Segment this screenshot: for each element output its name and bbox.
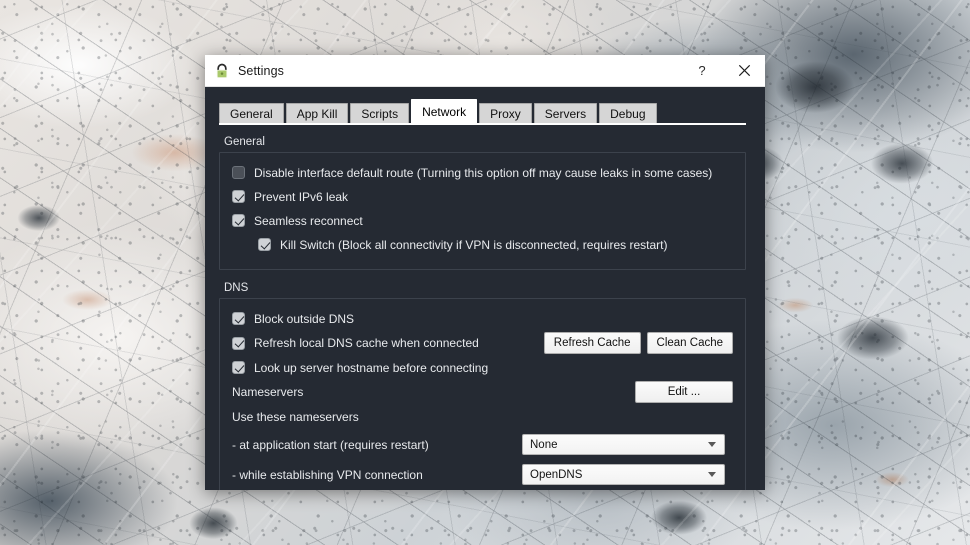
- clean-cache-button[interactable]: Clean Cache: [646, 332, 733, 354]
- title-bar[interactable]: Settings ?: [205, 55, 765, 87]
- option-disable-default-route[interactable]: Disable interface default route (Turning…: [232, 162, 733, 183]
- use-these-nameservers-row: Use these nameservers: [232, 406, 733, 427]
- tab-scripts[interactable]: Scripts: [350, 103, 410, 124]
- dns-group-box: Block outside DNS Refresh local DNS cach…: [219, 298, 746, 490]
- close-icon: [738, 64, 750, 77]
- checkbox-prevent-ipv6-leak[interactable]: [232, 190, 245, 203]
- cache-button-cluster: Refresh Cache Clean Cache: [543, 332, 733, 354]
- refresh-cache-button[interactable]: Refresh Cache: [543, 332, 641, 354]
- option-label: Block outside DNS: [254, 311, 355, 326]
- nameserver-select-app-start[interactable]: None: [522, 434, 725, 455]
- tab-app-kill[interactable]: App Kill: [285, 103, 349, 124]
- option-seamless-reconnect[interactable]: Seamless reconnect: [232, 210, 733, 231]
- nameserver-select-establishing[interactable]: OpenDNS: [522, 464, 725, 485]
- option-label: Refresh local DNS cache when connected: [254, 336, 479, 350]
- checkbox-kill-switch[interactable]: [258, 238, 271, 251]
- settings-body: General App Kill Scripts Network Proxy S…: [205, 87, 765, 490]
- checkbox-seamless-reconnect[interactable]: [232, 214, 245, 227]
- edit-nameservers-button[interactable]: Edit ...: [635, 381, 733, 403]
- checkbox-lookup-server-hostname[interactable]: [232, 361, 245, 374]
- option-label: Disable interface default route (Turning…: [254, 165, 713, 180]
- checkbox-refresh-local-dns-cache[interactable]: [232, 336, 245, 350]
- option-label: Seamless reconnect: [254, 213, 363, 228]
- option-label: Look up server hostname before connectin…: [254, 360, 489, 375]
- general-group-box: Disable interface default route (Turning…: [219, 152, 746, 270]
- nameserver-row-app-start: - at application start (requires restart…: [232, 432, 733, 457]
- help-button[interactable]: ?: [681, 55, 723, 86]
- nameserver-row-establishing: - while establishing VPN connection Open…: [232, 462, 733, 487]
- tab-debug[interactable]: Debug: [599, 103, 657, 124]
- option-label: Kill Switch (Block all connectivity if V…: [280, 237, 668, 252]
- option-refresh-local-dns-cache[interactable]: Refresh local DNS cache when connected R…: [232, 332, 733, 354]
- desktop-background: Settings ? General App Kill Scripts Netw…: [0, 0, 970, 545]
- nameservers-label: Nameservers: [232, 385, 304, 399]
- chevron-down-icon: [708, 472, 716, 477]
- tab-general[interactable]: General: [219, 103, 284, 124]
- settings-window: Settings ? General App Kill Scripts Netw…: [205, 55, 765, 490]
- option-lookup-server-hostname[interactable]: Look up server hostname before connectin…: [232, 357, 733, 378]
- option-kill-switch[interactable]: Kill Switch (Block all connectivity if V…: [258, 234, 733, 255]
- chevron-down-icon: [708, 442, 716, 447]
- option-prevent-ipv6-leak[interactable]: Prevent IPv6 leak: [232, 186, 733, 207]
- tab-servers[interactable]: Servers: [533, 103, 598, 124]
- selected-value: None: [530, 438, 558, 451]
- selected-value: OpenDNS: [530, 468, 583, 481]
- dns-section-title: DNS: [224, 282, 249, 294]
- use-these-nameservers-label: Use these nameservers: [232, 409, 359, 424]
- checkbox-disable-default-route[interactable]: [232, 166, 245, 179]
- general-section-title: General: [224, 136, 265, 148]
- tab-proxy[interactable]: Proxy: [479, 103, 532, 124]
- tab-network[interactable]: Network: [411, 99, 478, 124]
- network-tab-content: General Disable interface default route …: [205, 136, 765, 490]
- tab-strip: General App Kill Scripts Network Proxy S…: [219, 97, 765, 124]
- checkbox-block-outside-dns[interactable]: [232, 312, 245, 325]
- nameservers-row: Nameservers Edit ...: [232, 381, 733, 403]
- tab-underline: [219, 123, 746, 125]
- padlock-icon: [214, 63, 230, 79]
- nameserver-label: - at application start (requires restart…: [232, 437, 429, 452]
- option-block-outside-dns[interactable]: Block outside DNS: [232, 308, 733, 329]
- option-label: Prevent IPv6 leak: [254, 189, 349, 204]
- nameserver-label: - while establishing VPN connection: [232, 467, 423, 482]
- close-button[interactable]: [723, 55, 765, 86]
- window-title: Settings: [238, 63, 284, 78]
